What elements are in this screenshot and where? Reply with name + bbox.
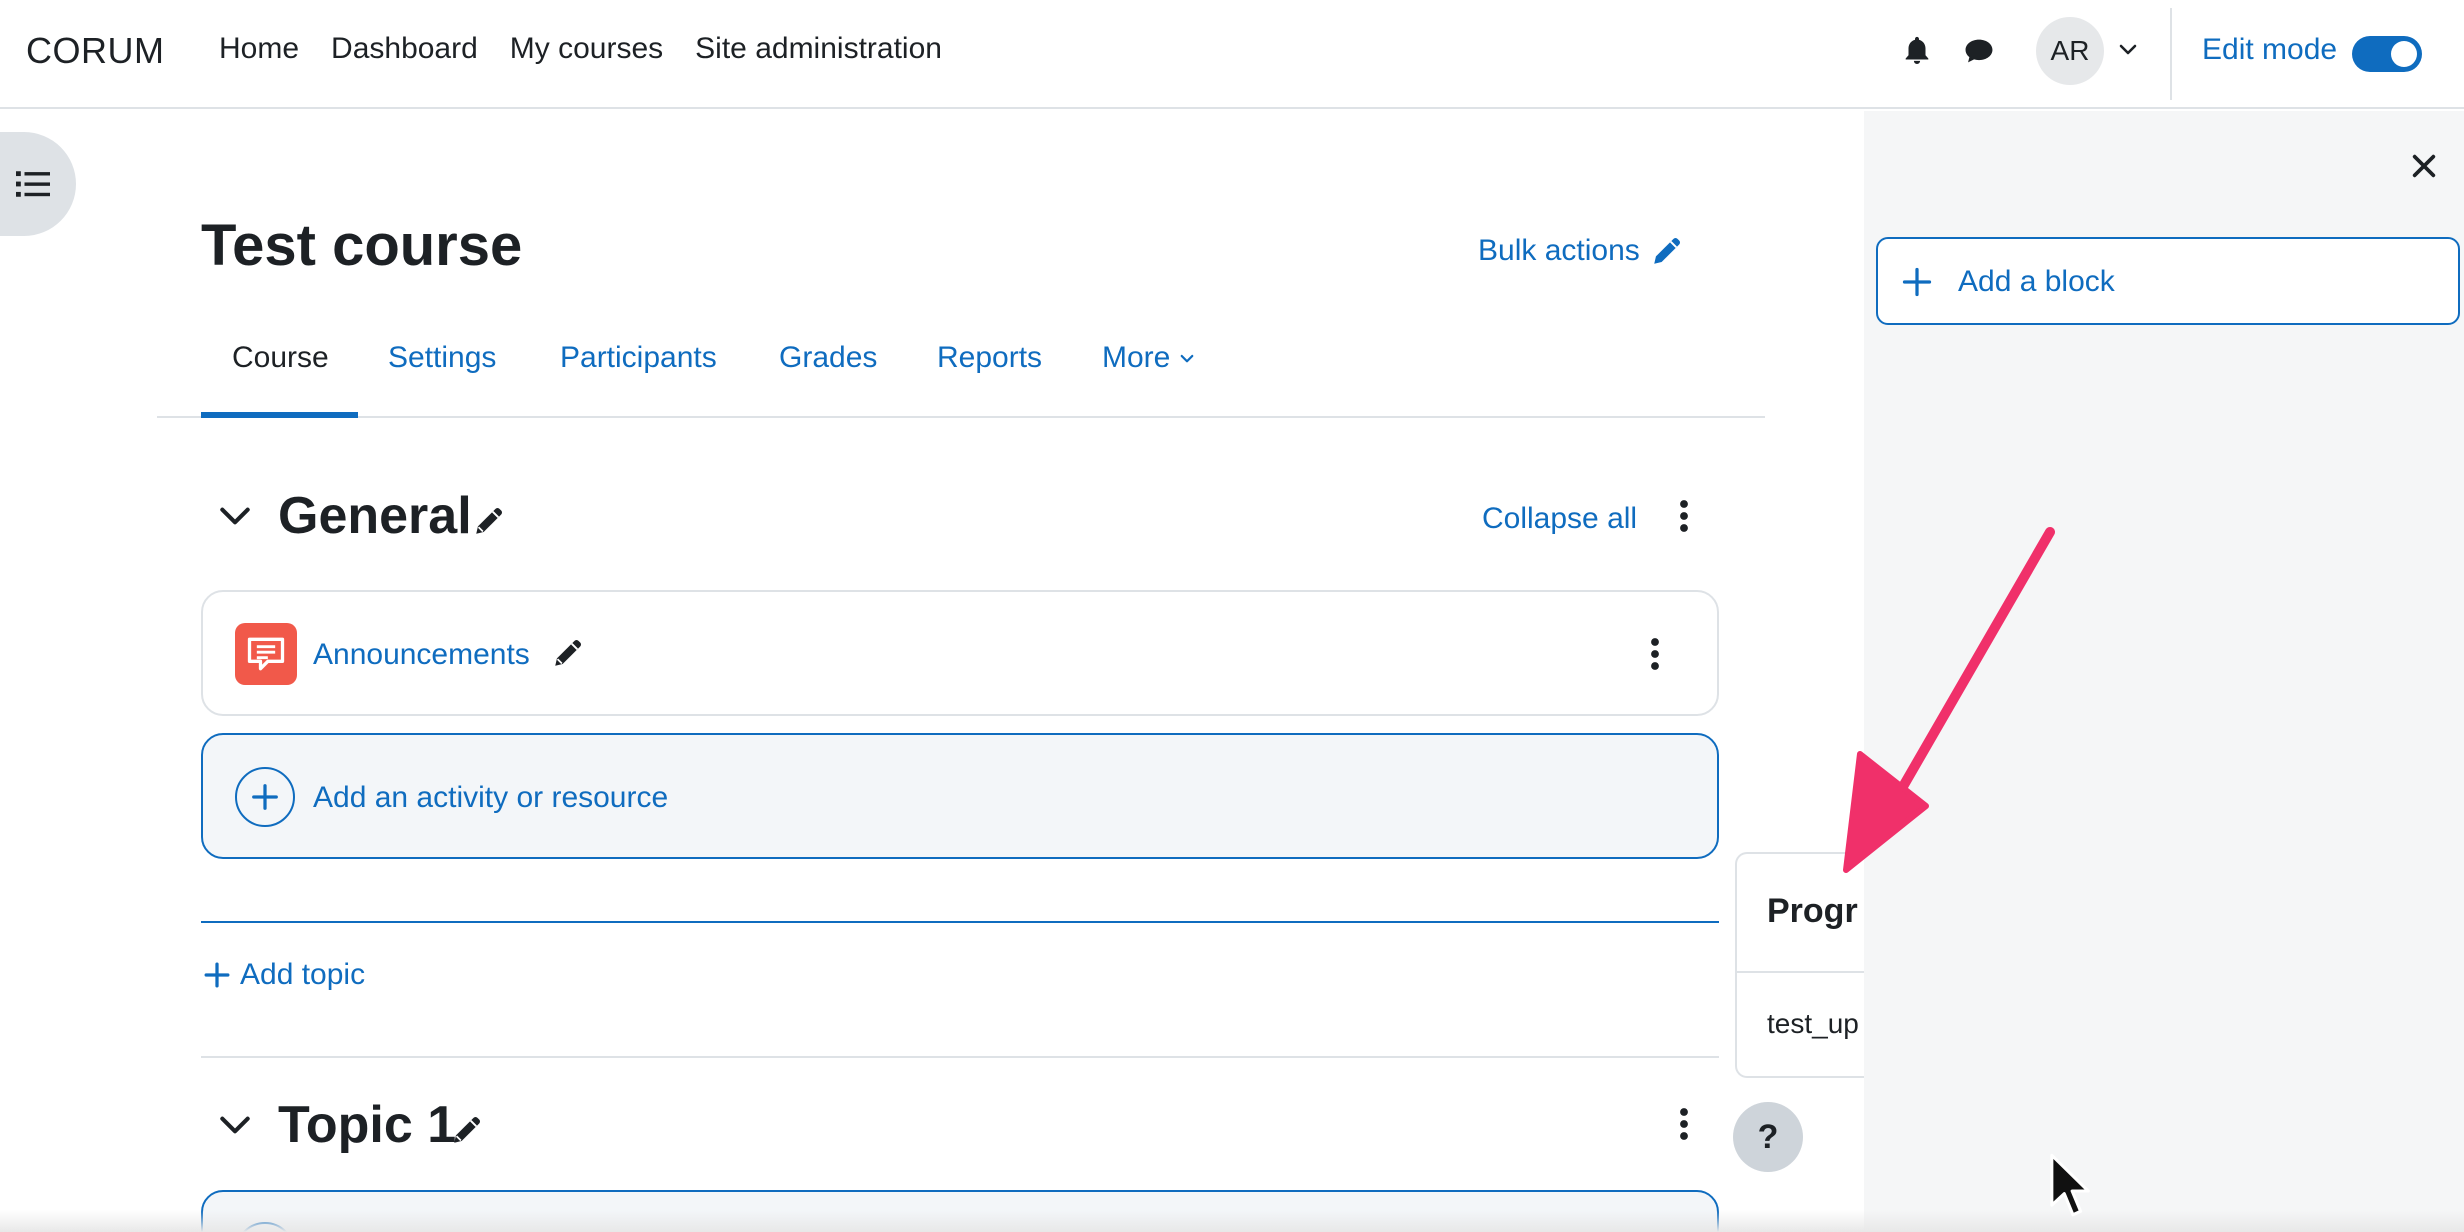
plus-icon bbox=[204, 962, 230, 988]
add-topic-label: Add topic bbox=[240, 958, 366, 991]
secondary-navigation: Course Settings Participants Grades Repo… bbox=[157, 338, 1765, 418]
collapse-section-chevron-icon[interactable] bbox=[216, 1106, 254, 1144]
course-index-toggle[interactable] bbox=[0, 132, 76, 236]
active-tab-indicator bbox=[201, 412, 358, 418]
tab-reports[interactable]: Reports bbox=[937, 338, 1042, 418]
tab-more-label: More bbox=[1102, 341, 1171, 374]
bulk-actions-button[interactable]: Bulk actions bbox=[1478, 234, 1684, 268]
navbar-divider bbox=[2170, 8, 2172, 100]
notifications-bell-icon[interactable] bbox=[1900, 34, 1934, 68]
section-actions-kebab-icon[interactable] bbox=[1678, 1106, 1690, 1142]
primary-navigation: Home Dashboard My courses Site administr… bbox=[219, 32, 942, 66]
nav-link-home[interactable]: Home bbox=[219, 32, 299, 66]
messages-chat-icon[interactable] bbox=[1962, 34, 1996, 68]
tab-course[interactable]: Course bbox=[232, 338, 329, 418]
collapse-section-chevron-icon[interactable] bbox=[216, 497, 254, 535]
section-title-general: General bbox=[278, 487, 472, 545]
plus-icon bbox=[1902, 267, 1932, 297]
add-topic-button[interactable]: Add topic bbox=[204, 958, 365, 992]
add-activity-label: Add an activity or resource bbox=[313, 781, 669, 814]
list-icon bbox=[16, 171, 50, 197]
tab-participants[interactable]: Participants bbox=[560, 338, 717, 418]
chevron-down-icon bbox=[1180, 354, 1194, 363]
collapse-all-link[interactable]: Collapse all bbox=[1482, 502, 1637, 536]
annotation-arrow-icon bbox=[1843, 527, 2055, 873]
page-bottom-edge bbox=[0, 1210, 2464, 1232]
forum-icon[interactable] bbox=[235, 623, 297, 685]
section-separator bbox=[201, 1056, 1719, 1058]
avatar-initials: AR bbox=[2050, 35, 2090, 66]
pencil-icon bbox=[1654, 238, 1680, 264]
plus-circle-icon bbox=[235, 767, 295, 827]
section-actions-kebab-icon[interactable] bbox=[1678, 498, 1690, 534]
tab-grades[interactable]: Grades bbox=[779, 338, 877, 418]
add-block-label: Add a block bbox=[1958, 265, 2115, 298]
section-title-topic-1: Topic 1 bbox=[278, 1096, 457, 1154]
page-title: Test course bbox=[201, 213, 523, 278]
user-avatar[interactable]: AR bbox=[2036, 17, 2104, 85]
plus-icon bbox=[252, 784, 278, 810]
edit-mode-toggle-knob bbox=[2391, 41, 2417, 67]
edit-mode-label[interactable]: Edit mode bbox=[2202, 33, 2337, 67]
add-activity-button[interactable]: Add an activity or resource bbox=[201, 733, 1719, 859]
forum-glyph-icon bbox=[247, 637, 285, 671]
mouse-cursor-icon bbox=[2050, 1153, 2090, 1217]
add-block-button[interactable]: Add a block bbox=[1876, 237, 2460, 325]
progress-popover-item[interactable]: test_up bbox=[1767, 1008, 1859, 1040]
close-icon[interactable] bbox=[2410, 152, 2438, 180]
activity-item: Announcements bbox=[201, 590, 1719, 716]
help-button-label: ? bbox=[1757, 1117, 1779, 1156]
nav-link-dashboard[interactable]: Dashboard bbox=[331, 32, 478, 66]
edit-section-name-pencil-icon[interactable] bbox=[472, 504, 506, 538]
nav-link-site-administration[interactable]: Site administration bbox=[695, 32, 942, 66]
edit-activity-name-pencil-icon[interactable] bbox=[551, 636, 585, 670]
edit-section-name-pencil-icon[interactable] bbox=[450, 1113, 484, 1147]
site-brand[interactable]: CORUM bbox=[26, 30, 164, 72]
top-navbar: CORUM Home Dashboard My courses Site adm… bbox=[0, 0, 2464, 109]
tab-more[interactable]: More bbox=[1102, 338, 1196, 418]
nav-link-my-courses[interactable]: My courses bbox=[510, 32, 663, 66]
help-button[interactable]: ? bbox=[1733, 1102, 1803, 1172]
activity-name-link[interactable]: Announcements bbox=[313, 638, 530, 672]
progress-popover-divider bbox=[1737, 971, 1864, 973]
edit-mode-toggle[interactable] bbox=[2352, 36, 2422, 72]
progress-popover-title: Progr bbox=[1767, 892, 1858, 930]
chevron-down-icon[interactable] bbox=[2116, 38, 2140, 62]
activity-actions-kebab-icon[interactable] bbox=[1649, 636, 1661, 672]
section-divider bbox=[201, 921, 1719, 923]
tab-settings[interactable]: Settings bbox=[388, 338, 496, 418]
bulk-actions-label: Bulk actions bbox=[1478, 234, 1640, 267]
